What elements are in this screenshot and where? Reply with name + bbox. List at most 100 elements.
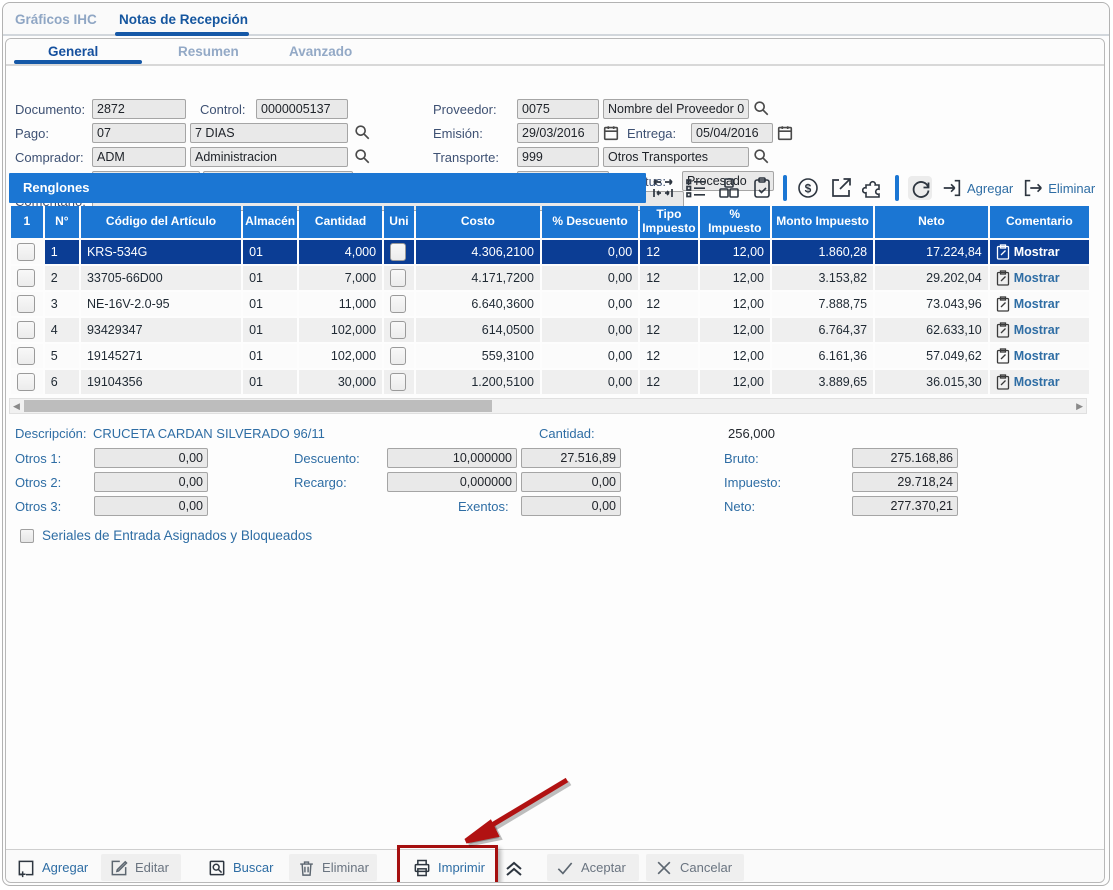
tab-graficos-ihc[interactable]: Gráficos IHC — [15, 12, 97, 27]
row-checkbox[interactable] — [17, 347, 35, 365]
pago-code-input[interactable] — [92, 123, 186, 143]
table-cell[interactable]: 614,0500 — [416, 318, 540, 342]
table-cell[interactable]: 6.161,36 — [772, 344, 873, 368]
table-cell[interactable] — [11, 344, 43, 368]
uni-box[interactable] — [390, 269, 406, 287]
table-cell[interactable]: 4 — [45, 318, 79, 342]
table-cell[interactable] — [11, 318, 43, 342]
row-checkbox[interactable] — [17, 269, 35, 287]
transporte-code-input[interactable] — [517, 147, 599, 167]
renglones-eliminar-button[interactable]: Eliminar — [1022, 177, 1095, 199]
horizontal-scrollbar[interactable]: ◀ ▶ — [9, 398, 1087, 414]
scrollbar-thumb[interactable] — [24, 400, 492, 412]
table-cell[interactable]: 36.015,30 — [875, 370, 988, 394]
table-cell[interactable]: 73.043,96 — [875, 292, 988, 316]
table-cell[interactable]: 93429347 — [81, 318, 241, 342]
table-cell[interactable]: 7.888,75 — [772, 292, 873, 316]
table-row[interactable]: 49342934701102,000614,05000,001212,006.7… — [11, 318, 1089, 342]
table-cell[interactable]: 4,000 — [299, 240, 382, 264]
uni-box[interactable] — [390, 295, 406, 313]
transporte-name-input[interactable] — [603, 147, 749, 167]
column-header-cantidad[interactable]: Cantidad — [299, 206, 382, 238]
table-cell[interactable]: 12 — [640, 266, 697, 290]
table-cell[interactable]: 0,00 — [542, 370, 638, 394]
table-cell[interactable]: 0,00 — [542, 344, 638, 368]
control-input[interactable] — [256, 99, 348, 119]
table-cell[interactable]: 7,000 — [299, 266, 382, 290]
clipboard-check-icon[interactable] — [750, 176, 774, 200]
table-cell[interactable]: 12 — [640, 240, 697, 264]
column-header-neto[interactable]: Neto — [875, 206, 988, 238]
table-cell[interactable]: 0,00 — [542, 318, 638, 342]
table-cell[interactable] — [384, 318, 414, 342]
column-header-uni[interactable]: Uni — [384, 206, 414, 238]
column-header-n-[interactable]: N° — [45, 206, 79, 238]
cancelar-button[interactable]: Cancelar — [646, 854, 744, 881]
refresh-icon[interactable] — [908, 176, 932, 200]
column-header-monto-impuesto[interactable]: Monto Impuesto — [772, 206, 873, 238]
recargo-monto-input[interactable] — [521, 472, 621, 492]
column-header-tipo-impuesto[interactable]: Tipo Impuesto — [640, 206, 697, 238]
subtab-avanzado[interactable]: Avanzado — [289, 44, 352, 59]
puzzle-icon[interactable] — [862, 176, 886, 200]
proveedor-name-input[interactable] — [603, 99, 749, 119]
exentos-input[interactable] — [521, 496, 621, 516]
table-cell[interactable]: 102,000 — [299, 318, 382, 342]
table-cell[interactable]: 12,00 — [700, 266, 770, 290]
mostrar-link[interactable]: Mostrar — [996, 270, 1083, 286]
table-cell[interactable]: 01 — [243, 370, 297, 394]
table-cell[interactable]: 01 — [243, 240, 297, 264]
cubes-icon[interactable] — [717, 176, 741, 200]
table-cell[interactable]: 12,00 — [700, 240, 770, 264]
table-cell[interactable]: 5 — [45, 344, 79, 368]
table-cell[interactable]: 1.860,28 — [772, 240, 873, 264]
table-cell[interactable]: 19145271 — [81, 344, 241, 368]
table-cell[interactable] — [11, 292, 43, 316]
collapse-panel-icon[interactable] — [502, 856, 526, 880]
table-cell[interactable]: Mostrar — [990, 344, 1089, 368]
list-icon[interactable] — [684, 176, 708, 200]
mostrar-link[interactable]: Mostrar — [996, 322, 1083, 338]
mostrar-link[interactable]: Mostrar — [996, 374, 1083, 390]
table-cell[interactable]: KRS-534G — [81, 240, 241, 264]
subtab-resumen[interactable]: Resumen — [178, 44, 239, 59]
table-cell[interactable]: 2 — [45, 266, 79, 290]
table-cell[interactable]: Mostrar — [990, 318, 1089, 342]
table-cell[interactable]: 12 — [640, 344, 697, 368]
bruto-input[interactable] — [852, 448, 958, 468]
uni-box[interactable] — [390, 321, 406, 339]
scroll-right-arrow-icon[interactable]: ▶ — [1076, 401, 1083, 412]
table-cell[interactable]: 0,00 — [542, 292, 638, 316]
table-cell[interactable]: 29.202,04 — [875, 266, 988, 290]
table-cell[interactable]: Mostrar — [990, 240, 1089, 264]
column-header-almac-n[interactable]: Almacén — [243, 206, 297, 238]
export-icon[interactable] — [829, 176, 853, 200]
row-checkbox[interactable] — [17, 295, 35, 313]
proveedor-search-icon[interactable] — [752, 99, 770, 117]
table-cell[interactable]: 4.306,2100 — [416, 240, 540, 264]
mostrar-link[interactable]: Mostrar — [996, 244, 1083, 260]
mostrar-link[interactable]: Mostrar — [996, 348, 1083, 364]
aceptar-button[interactable]: Aceptar — [547, 854, 639, 881]
table-cell[interactable]: 12 — [640, 370, 697, 394]
table-cell[interactable]: 30,000 — [299, 370, 382, 394]
table-cell[interactable] — [384, 344, 414, 368]
uni-box[interactable] — [390, 243, 406, 261]
table-cell[interactable]: 559,3100 — [416, 344, 540, 368]
table-cell[interactable]: 0,00 — [542, 266, 638, 290]
column-header-c-digo-del-art-culo[interactable]: Código del Artículo — [81, 206, 241, 238]
column-header-1[interactable]: 1 — [11, 206, 43, 238]
table-cell[interactable]: 57.049,62 — [875, 344, 988, 368]
table-cell[interactable]: 33705-66D00 — [81, 266, 241, 290]
table-cell[interactable] — [384, 266, 414, 290]
editar-button[interactable]: Editar — [101, 854, 181, 881]
table-cell[interactable]: 12 — [640, 318, 697, 342]
emision-date-input[interactable] — [517, 123, 599, 143]
table-cell[interactable]: 6 — [45, 370, 79, 394]
emision-calendar-icon[interactable] — [602, 124, 620, 142]
table-cell[interactable]: 1.200,5100 — [416, 370, 540, 394]
table-cell[interactable]: 12,00 — [700, 370, 770, 394]
eliminar-button[interactable]: Eliminar — [289, 854, 377, 881]
column-header-costo[interactable]: Costo — [416, 206, 540, 238]
table-cell[interactable]: 6.764,37 — [772, 318, 873, 342]
